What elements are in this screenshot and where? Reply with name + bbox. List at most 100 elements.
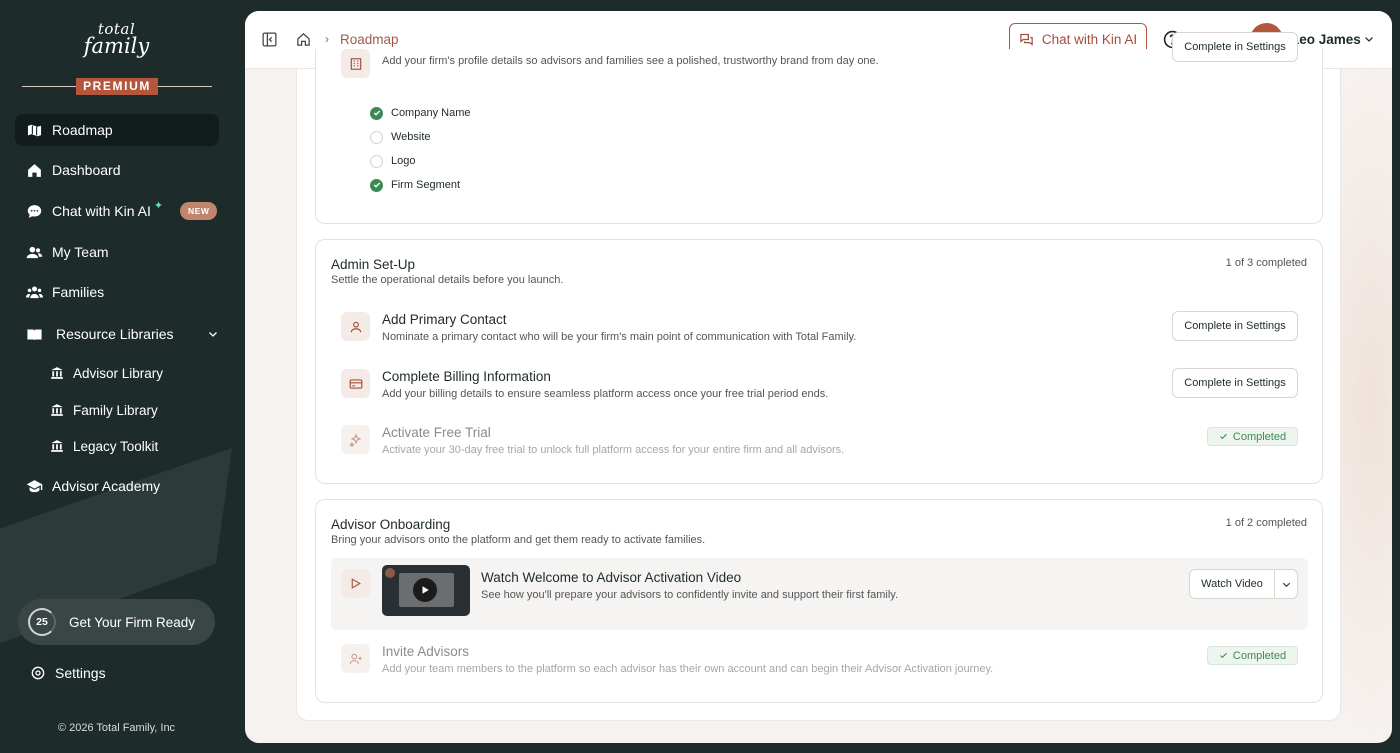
home-icon <box>28 163 41 177</box>
premium-badge: PREMIUM <box>76 78 158 95</box>
brand-logo[interactable]: total family <box>0 22 233 58</box>
new-badge: NEW <box>180 202 218 220</box>
progress-ring: 25 <box>28 608 56 636</box>
card-title: Advisor Onboarding <box>331 517 451 532</box>
premium-row: PREMIUM <box>22 78 212 95</box>
sidebar-item-roadmap[interactable]: Roadmap <box>15 114 219 146</box>
sidebar-item-label: Chat with Kin AI <box>52 203 151 219</box>
user-plus-icon <box>349 653 362 664</box>
firm-profile-card: Add your firm's profile details so advis… <box>315 32 1323 224</box>
unchecked-circle-icon <box>370 154 383 168</box>
task-title: Complete Billing Information <box>382 369 551 384</box>
main-panel: › Roadmap Chat with Kin AI LJ Leo James … <box>245 11 1392 743</box>
completed-label: Completed <box>1232 649 1287 662</box>
task-icon <box>341 312 370 341</box>
building-icon <box>350 57 361 70</box>
sidebar-subitem-label: Legacy Toolkit <box>73 438 159 454</box>
task-icon <box>341 369 370 398</box>
sidebar-item-label: My Team <box>52 244 109 260</box>
chevron-down-icon <box>1282 582 1290 587</box>
sidebar-item-resource-libraries[interactable]: Resource Libraries <box>15 318 219 350</box>
sidebar-subitem-family-library[interactable]: Family Library <box>50 398 158 422</box>
sidebar-item-settings[interactable]: Settings <box>30 665 106 681</box>
sidebar-toggle-icon[interactable] <box>261 31 278 48</box>
complete-in-settings-button[interactable]: Complete in Settings <box>1172 368 1298 398</box>
card-subtitle: Settle the operational details before yo… <box>331 274 564 286</box>
sidebar-item-label: Advisor Academy <box>52 478 161 494</box>
library-icon <box>51 440 63 452</box>
check-icon <box>1219 652 1227 659</box>
credit-card-icon <box>349 378 362 389</box>
sparkles-icon <box>348 432 361 447</box>
book-icon <box>27 329 42 340</box>
task-icon <box>341 569 370 598</box>
chat-bubble-icon <box>27 204 42 218</box>
complete-in-settings-button[interactable]: Complete in Settings <box>1172 32 1298 62</box>
admin-setup-card: Admin Set-Up Settle the operational deta… <box>315 239 1323 484</box>
completed-badge: Completed <box>1207 646 1298 665</box>
firm-profile-task: Add your firm's profile details so advis… <box>331 32 1308 94</box>
task-description: See how you'll prepare your advisors to … <box>481 589 899 601</box>
chevron-down-icon[interactable] <box>207 328 219 340</box>
checklist-item: Company Name <box>370 101 470 125</box>
card-subtitle: Bring your advisors onto the platform an… <box>331 534 706 546</box>
advisor-onboarding-card: Advisor Onboarding Bring your advisors o… <box>315 499 1323 703</box>
library-icon <box>51 404 63 416</box>
sparkle-icon: ✦ <box>153 199 164 212</box>
completion-count: 1 of 3 completed <box>1225 257 1307 269</box>
sidebar-item-label: Families <box>52 284 105 300</box>
checklist-label: Logo <box>391 155 416 167</box>
task-title: Watch Welcome to Advisor Activation Vide… <box>481 570 742 585</box>
family-icon <box>26 285 43 298</box>
breadcrumb-separator-icon: › <box>325 32 329 46</box>
logo-text-bottom: family <box>83 34 150 58</box>
sidebar-item-dashboard[interactable]: Dashboard <box>15 154 219 186</box>
sidebar-item-families[interactable]: Families <box>15 276 219 308</box>
task-description: Nominate a primary contact who will be y… <box>382 331 857 343</box>
task-icon <box>341 49 370 78</box>
task-complete-billing: Complete Billing Information Add your bi… <box>331 362 1308 414</box>
sidebar-item-chat[interactable]: Chat with Kin AI ✦ NEW <box>15 195 219 227</box>
check-icon <box>370 178 383 192</box>
check-icon <box>1219 433 1227 440</box>
task-icon <box>341 644 370 673</box>
sidebar-item-advisor-academy[interactable]: Advisor Academy <box>15 470 219 502</box>
home-icon[interactable] <box>296 32 311 47</box>
watch-video-button[interactable]: Watch Video <box>1190 570 1275 598</box>
graduation-cap-icon <box>26 479 43 492</box>
watch-video-dropdown[interactable] <box>1275 570 1297 598</box>
task-icon <box>341 425 370 454</box>
sidebar-subitem-advisor-library[interactable]: Advisor Library <box>50 361 163 385</box>
task-activate-free-trial: Activate Free Trial Activate your 30-day… <box>331 418 1308 470</box>
get-firm-ready-button[interactable]: 25 Get Your Firm Ready <box>18 599 215 645</box>
checklist-item: Firm Segment <box>370 173 470 197</box>
presenter-avatar <box>385 568 395 578</box>
sidebar-item-my-team[interactable]: My Team <box>15 236 219 268</box>
gear-icon <box>31 666 45 680</box>
chevron-down-icon[interactable] <box>1363 33 1375 45</box>
sidebar-subitem-label: Advisor Library <box>73 365 164 381</box>
unchecked-circle-icon <box>370 130 383 144</box>
task-watch-video: Watch Welcome to Advisor Activation Vide… <box>331 558 1308 630</box>
sidebar: total family PREMIUM Roadmap Dashboard C… <box>0 0 233 753</box>
sidebar-subitem-legacy-toolkit[interactable]: Legacy Toolkit <box>50 434 158 458</box>
sidebar-item-label: Resource Libraries <box>56 326 174 342</box>
user-icon <box>350 321 361 332</box>
task-description: Activate your 30-day free trial to unloc… <box>382 444 845 456</box>
play-button-icon[interactable] <box>413 578 437 602</box>
task-description: Add your firm's profile details so advis… <box>382 55 879 67</box>
task-title: Invite Advisors <box>382 644 470 659</box>
sidebar-item-label: Roadmap <box>52 122 113 138</box>
copyright: © 2026 Total Family, Inc <box>57 722 176 734</box>
complete-in-settings-button[interactable]: Complete in Settings <box>1172 311 1298 341</box>
task-description: Add your team members to the platform so… <box>382 663 994 675</box>
task-description: Add your billing details to ensure seaml… <box>382 388 829 400</box>
check-icon <box>370 106 383 120</box>
checklist-label: Firm Segment <box>391 179 461 191</box>
task-invite-advisors: Invite Advisors Add your team members to… <box>331 637 1308 689</box>
completed-badge: Completed <box>1207 427 1298 446</box>
video-thumbnail[interactable] <box>382 565 470 616</box>
checklist-item: Logo <box>370 149 470 173</box>
checklist-label: Company Name <box>391 107 471 119</box>
watch-video-button-group: Watch Video <box>1189 569 1298 599</box>
